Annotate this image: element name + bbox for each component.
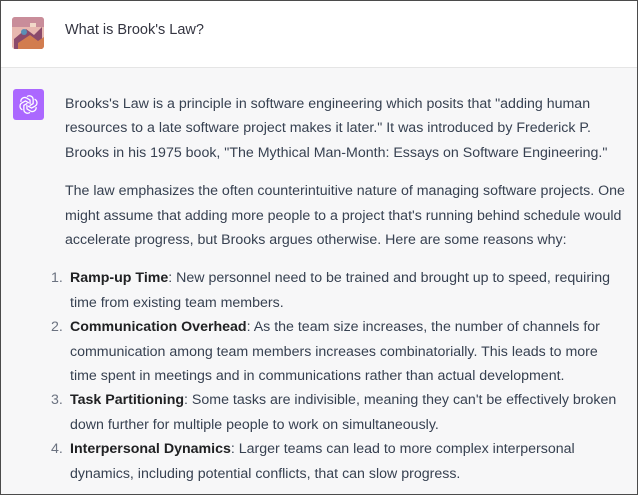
- assistant-message-content: Brooks's Law is a principle in software …: [51, 92, 627, 486]
- paragraph-intro: Brooks's Law is a principle in software …: [65, 96, 608, 161]
- user-avatar-icon: [12, 17, 44, 49]
- list-item-number: 3.: [51, 392, 63, 409]
- list-item-title: Task Partitioning: [70, 392, 185, 409]
- list-item: 3. Task Partitioning: Some tasks are indi…: [51, 388, 627, 437]
- list-item: 1. Ramp-up Time: New personnel need to be…: [51, 266, 627, 315]
- assistant-message-row: Brooks's Law is a principle in software …: [1, 68, 637, 494]
- list-item-title: Communication Overhead: [70, 319, 247, 336]
- reasons-list: 1. Ramp-up Time: New personnel need to be…: [51, 266, 627, 486]
- list-item-title: Interpersonal Dynamics: [70, 441, 231, 458]
- paragraph-emphasis: The law emphasizes the often counterintu…: [65, 183, 625, 249]
- list-item-number: 4.: [51, 441, 63, 458]
- user-message-row: What is Brook's Law?: [1, 1, 637, 68]
- user-message-text: What is Brook's Law?: [65, 22, 204, 38]
- list-item-title: Ramp-up Time: [70, 270, 169, 287]
- list-item: 2. Communication Overhead: As the team si…: [51, 315, 627, 388]
- list-item: 4. Interpersonal Dynamics: Larger teams c…: [51, 437, 627, 486]
- openai-logo-icon: [13, 89, 44, 120]
- list-item-number: 2.: [51, 319, 63, 336]
- chat-window: What is Brook's Law? Brooks's Law is a p…: [0, 0, 638, 495]
- list-item-number: 1.: [51, 270, 63, 287]
